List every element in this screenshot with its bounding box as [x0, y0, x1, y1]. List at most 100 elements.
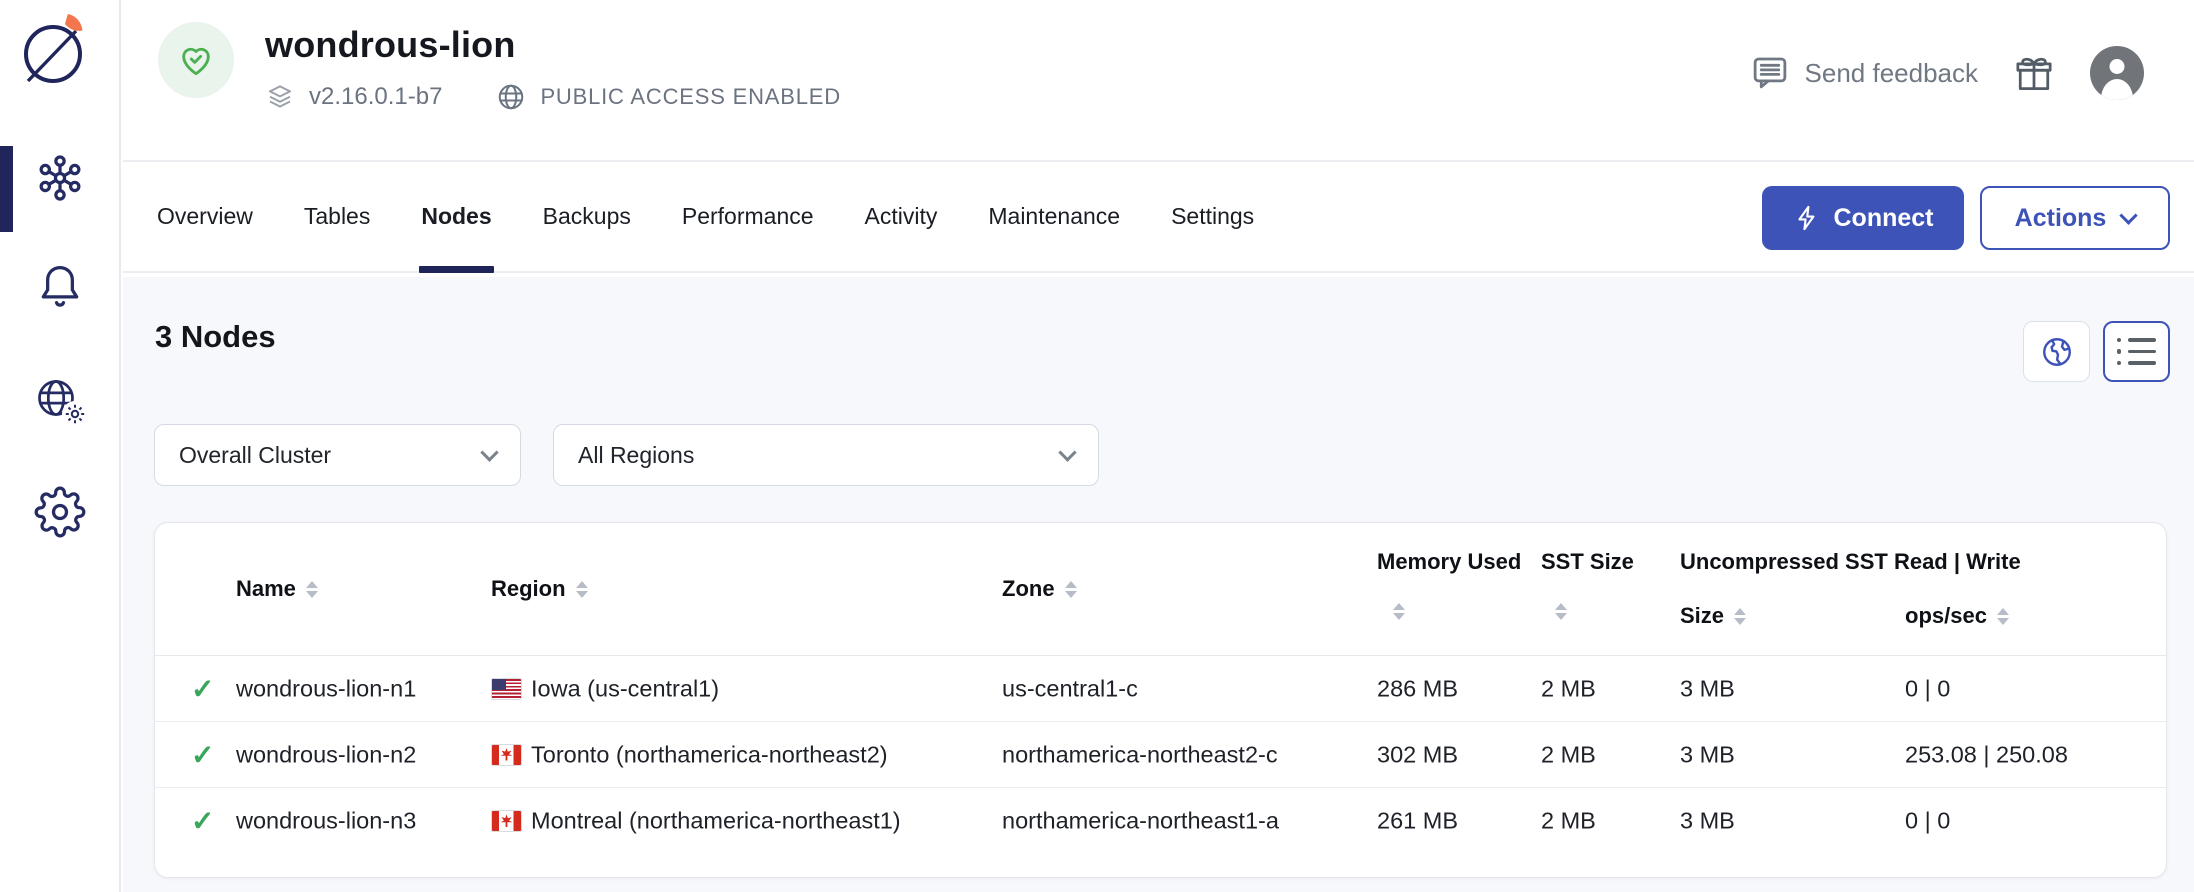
node-sst-size: 2 MB [1541, 741, 1596, 768]
avatar-person-icon [2110, 59, 2125, 74]
version-label: v2.16.0.1-b7 [309, 83, 442, 111]
globe-gear-icon [34, 374, 86, 426]
nodes-content: 3 Nodes Overall Cluster [123, 277, 2194, 892]
node-name: wondrous-lion-n3 [236, 808, 416, 835]
memory-sort[interactable] [1393, 603, 1405, 620]
tab-nodes[interactable]: Nodes [419, 162, 493, 271]
column-header-memory-used[interactable]: Memory Used [1377, 549, 1521, 575]
ca-flag-icon [491, 810, 522, 832]
node-name: wondrous-lion-n2 [236, 741, 416, 768]
actions-button[interactable]: Actions [1980, 186, 2170, 250]
node-region: Toronto (northamerica-northeast2) [531, 741, 888, 768]
tab-maintenance[interactable]: Maintenance [986, 162, 1122, 271]
sidebar-item-settings[interactable] [30, 482, 90, 542]
tab-backups[interactable]: Backups [541, 162, 633, 271]
region-filter-select[interactable]: All Regions [553, 424, 1099, 486]
lightning-icon [1793, 204, 1821, 232]
column-header-zone[interactable]: Zone [1002, 576, 1077, 602]
cluster-hub-icon [34, 152, 86, 204]
send-feedback-label: Send feedback [1805, 58, 1978, 89]
tab-tables[interactable]: Tables [302, 162, 372, 271]
page-title: wondrous-lion [265, 24, 516, 66]
nodes-table-card: Name Region Zone Memory Used [154, 522, 2167, 878]
chevron-down-icon [1058, 443, 1076, 461]
chevron-down-icon [2120, 206, 2138, 224]
column-header-name[interactable]: Name [236, 576, 318, 602]
tab-settings[interactable]: Settings [1169, 162, 1256, 271]
active-tab-underline [419, 266, 493, 273]
sort-icon [1393, 603, 1405, 620]
globe-icon [496, 82, 526, 112]
column-header-ops-sec[interactable]: ops/sec [1905, 603, 2009, 629]
node-memory-used: 261 MB [1377, 808, 1458, 835]
node-healthy-check-icon: ✓ [191, 738, 214, 771]
node-sst-size: 2 MB [1541, 675, 1596, 702]
column-header-region[interactable]: Region [491, 576, 588, 602]
main-area: wondrous-lion v2.16.0.1-b7 PUBLIC ACCESS… [123, 0, 2194, 892]
node-ops-sec: 0 | 0 [1905, 675, 1950, 702]
sidebar-item-network[interactable] [30, 370, 90, 430]
node-zone: northamerica-northeast1-a [1002, 808, 1279, 835]
node-region: Iowa (us-central1) [531, 675, 719, 702]
header-actions: Send feedback [1749, 46, 2144, 100]
left-rail [0, 0, 121, 892]
node-zone: us-central1-c [1002, 675, 1138, 702]
map-view-button[interactable] [2023, 321, 2090, 382]
sort-icon [1734, 608, 1746, 625]
table-row: ✓ wondrous-lion-n3 Montreal (northameric… [155, 788, 2166, 854]
node-ops-sec: 0 | 0 [1905, 808, 1950, 835]
node-memory-used: 286 MB [1377, 675, 1458, 702]
table-row: ✓ wondrous-lion-n2 Toronto (northamerica… [155, 722, 2166, 788]
user-avatar[interactable] [2090, 46, 2144, 100]
node-zone: northamerica-northeast2-c [1002, 741, 1278, 768]
sst-sort[interactable] [1555, 603, 1567, 620]
layers-icon [265, 82, 295, 112]
gift-button[interactable] [2012, 51, 2056, 95]
cluster-tabbar: Overview Tables Nodes Backups Performanc… [123, 160, 2194, 273]
tab-performance[interactable]: Performance [680, 162, 816, 271]
sort-icon [306, 581, 318, 598]
tab-overview[interactable]: Overview [155, 162, 255, 271]
sort-icon [576, 581, 588, 598]
tab-activity[interactable]: Activity [863, 162, 940, 271]
table-header: Name Region Zone Memory Used [155, 523, 2166, 656]
send-feedback-button[interactable]: Send feedback [1749, 52, 1978, 94]
feedback-bubble-icon [1749, 52, 1791, 94]
cluster-health-badge [158, 22, 234, 98]
node-region: Montreal (northamerica-northeast1) [531, 808, 901, 835]
node-name: wondrous-lion-n1 [236, 675, 416, 702]
app-logo-icon[interactable] [12, 8, 96, 96]
column-header-uncompressed-size[interactable]: Size [1680, 603, 1746, 629]
list-view-button[interactable] [2103, 321, 2170, 382]
heart-check-icon [176, 40, 216, 80]
gift-icon [2012, 51, 2056, 95]
node-healthy-check-icon: ✓ [191, 672, 214, 705]
bell-icon [34, 260, 86, 312]
sidebar-item-clusters[interactable] [30, 148, 90, 208]
sort-icon [1997, 608, 2009, 625]
view-toggle-group [2023, 321, 2170, 382]
sidebar-item-alerts[interactable] [30, 256, 90, 316]
connect-button[interactable]: Connect [1762, 186, 1964, 250]
node-memory-used: 302 MB [1377, 741, 1458, 768]
ca-flag-icon [491, 744, 522, 766]
column-header-sst-size[interactable]: SST Size [1541, 549, 1634, 575]
us-flag-icon [491, 678, 522, 700]
cluster-header: wondrous-lion v2.16.0.1-b7 PUBLIC ACCESS… [123, 0, 2194, 160]
nodes-count-heading: 3 Nodes [155, 319, 276, 355]
list-icon [2117, 338, 2157, 366]
table-row: ✓ wondrous-lion-n1 Iowa (us-central1) us… [155, 656, 2166, 722]
cluster-scope-select[interactable]: Overall Cluster [154, 424, 521, 486]
column-group-uncompressed: Uncompressed SST Read | Write [1680, 549, 2021, 575]
node-uncompressed-size: 3 MB [1680, 675, 1735, 702]
chevron-down-icon [480, 443, 498, 461]
public-access-label: PUBLIC ACCESS ENABLED [540, 84, 840, 110]
globe-map-icon [2040, 335, 2074, 369]
gear-icon [34, 486, 86, 538]
tab-actions: Connect Actions [1762, 186, 2170, 250]
node-uncompressed-size: 3 MB [1680, 741, 1735, 768]
cluster-meta: v2.16.0.1-b7 PUBLIC ACCESS ENABLED [265, 82, 841, 112]
node-healthy-check-icon: ✓ [191, 805, 214, 838]
node-ops-sec: 253.08 | 250.08 [1905, 741, 2068, 768]
node-sst-size: 2 MB [1541, 808, 1596, 835]
